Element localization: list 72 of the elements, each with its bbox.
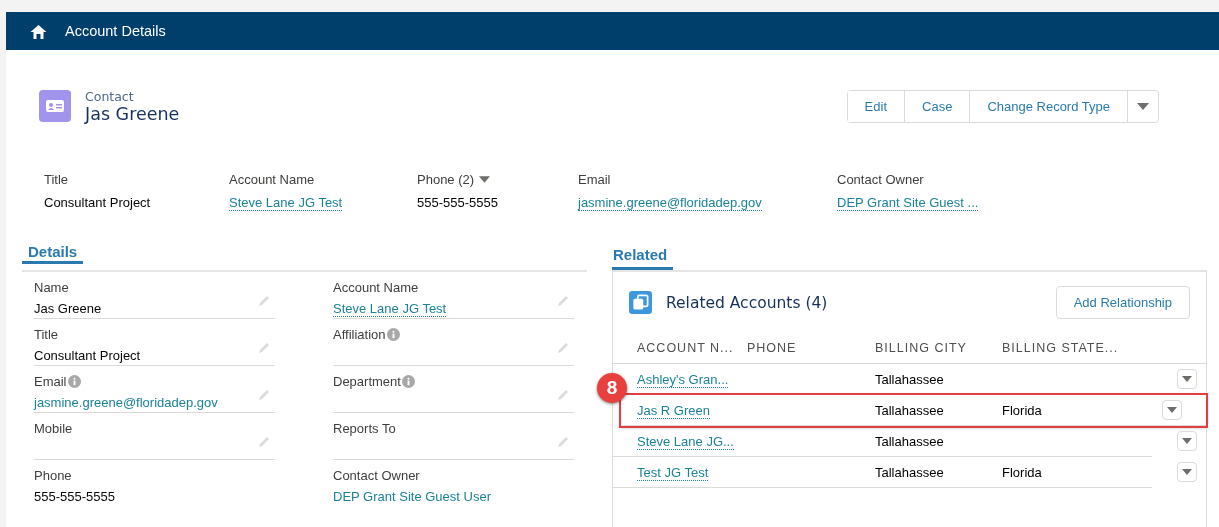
info-icon[interactable] — [386, 328, 400, 341]
details-tab[interactable]: Details — [22, 239, 84, 264]
account-link[interactable]: Steve Lane JG... — [637, 433, 734, 450]
caret-icon — [1182, 376, 1192, 382]
field-label: Reports To — [333, 421, 396, 436]
pencil-icon[interactable] — [556, 388, 570, 402]
home-icon[interactable] — [30, 23, 47, 39]
field-value: Jas Greene — [34, 301, 103, 316]
field-value: 555-555-5555 — [34, 489, 116, 504]
related-tab[interactable]: Related — [612, 239, 674, 270]
caret-icon — [1182, 469, 1192, 475]
field-label: Name — [34, 280, 69, 295]
field-label: Phone (2) — [417, 172, 475, 187]
field-link[interactable]: Steve Lane JG Test — [229, 195, 343, 211]
account-link[interactable]: Ashley's Gran... — [637, 371, 729, 388]
row-actions-button[interactable] — [1177, 431, 1197, 451]
field-label: Email — [578, 172, 611, 187]
table-cell-text: Tallahassee — [875, 464, 945, 480]
field-link[interactable]: DEP Grant Site Guest ... — [837, 195, 979, 211]
record-type-label: Contact — [85, 88, 135, 104]
action-button[interactable]: Edit — [847, 90, 905, 122]
field-label: Title — [44, 172, 69, 187]
field-value: Consultant Project — [34, 348, 142, 363]
account-link[interactable]: Test JG Test — [637, 464, 709, 481]
table-cell-text: Tallahassee — [875, 371, 945, 387]
pencil-icon[interactable] — [257, 341, 271, 355]
field-link[interactable]: DEP Grant Site Guest User — [333, 489, 491, 504]
pencil-icon[interactable] — [556, 294, 570, 308]
page-title: Account Details — [65, 23, 166, 39]
column-header[interactable]: ACCOUNT N... — [637, 341, 747, 355]
field-link[interactable]: Steve Lane JG Test — [333, 301, 447, 317]
contact-card-icon — [39, 90, 71, 122]
table-cell-text: Tallahassee — [875, 402, 945, 418]
table-cell-text: Florida — [1002, 464, 1043, 480]
column-header[interactable]: PHONE — [747, 341, 875, 355]
field-label: Affiliation — [333, 327, 386, 342]
field-link[interactable]: jasmine.greene@floridadep.gov — [34, 395, 218, 410]
column-header[interactable]: BILLING STATE... — [1002, 341, 1152, 355]
row-actions-button[interactable] — [1177, 369, 1197, 389]
field-label: Account Name — [229, 172, 315, 187]
pencil-icon[interactable] — [556, 435, 570, 449]
pencil-icon[interactable] — [257, 388, 271, 402]
step-badge: 8 — [597, 373, 627, 403]
field-label: Contact Owner — [837, 172, 924, 187]
table-cell-text: Florida — [1002, 402, 1043, 418]
column-header[interactable]: BILLING CITY — [875, 341, 1002, 355]
pencil-icon[interactable] — [257, 435, 271, 449]
add-relationship-button[interactable]: Add Relationship — [1055, 286, 1190, 319]
table-cell-text: Tallahassee — [875, 433, 945, 449]
row-actions-button[interactable] — [1162, 400, 1182, 420]
related-accounts-icon — [629, 291, 652, 314]
pencil-icon[interactable] — [257, 294, 271, 308]
field-label: Contact Owner — [333, 468, 420, 483]
info-icon[interactable] — [67, 375, 81, 388]
field-label: Mobile — [34, 421, 73, 436]
field-value: 555-555-5555 — [417, 195, 499, 210]
caret-icon — [1137, 102, 1149, 110]
card-title: Related Accounts (4) — [666, 293, 828, 312]
field-label: Account Name — [333, 280, 419, 295]
caret-icon — [1182, 438, 1192, 444]
field-label: Department — [333, 374, 401, 389]
account-link[interactable]: Jas R Green — [637, 402, 710, 419]
field-link[interactable]: jasmine.greene@floridadep.gov — [578, 195, 762, 211]
field-value: Consultant Project — [44, 195, 152, 210]
field-label: Email — [34, 374, 67, 389]
pencil-icon[interactable] — [556, 341, 570, 355]
field-label: Phone — [34, 468, 72, 483]
row-actions-button[interactable] — [1177, 462, 1197, 482]
caret-icon — [1167, 407, 1177, 413]
record-name: Jas Greene — [85, 103, 180, 124]
info-icon[interactable] — [401, 375, 415, 388]
field-label: Title — [34, 327, 59, 342]
